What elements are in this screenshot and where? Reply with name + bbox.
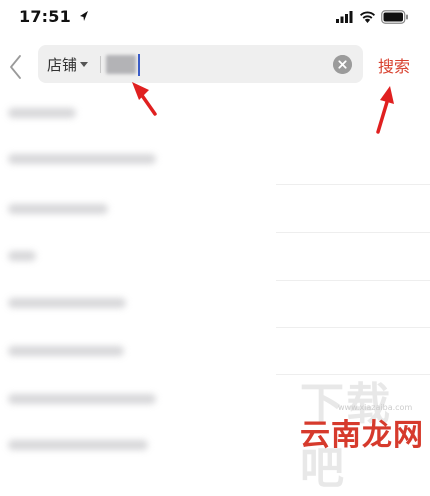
list-divider: [276, 184, 430, 185]
list-item[interactable]: [8, 440, 148, 450]
list-item[interactable]: [8, 346, 124, 356]
annotation-arrow-search-button: [376, 100, 389, 134]
list-item[interactable]: [8, 154, 156, 164]
list-item[interactable]: [8, 251, 36, 261]
list-item[interactable]: [8, 394, 156, 404]
list-divider: [276, 327, 430, 328]
list-divider: [276, 232, 430, 233]
watermark-brand: 云南龙网: [300, 418, 424, 453]
list-divider: [276, 280, 430, 281]
annotation-arrow-search-field: [139, 92, 157, 116]
list-item[interactable]: [8, 204, 108, 214]
list-item[interactable]: [8, 298, 126, 308]
list-item[interactable]: [8, 108, 76, 118]
